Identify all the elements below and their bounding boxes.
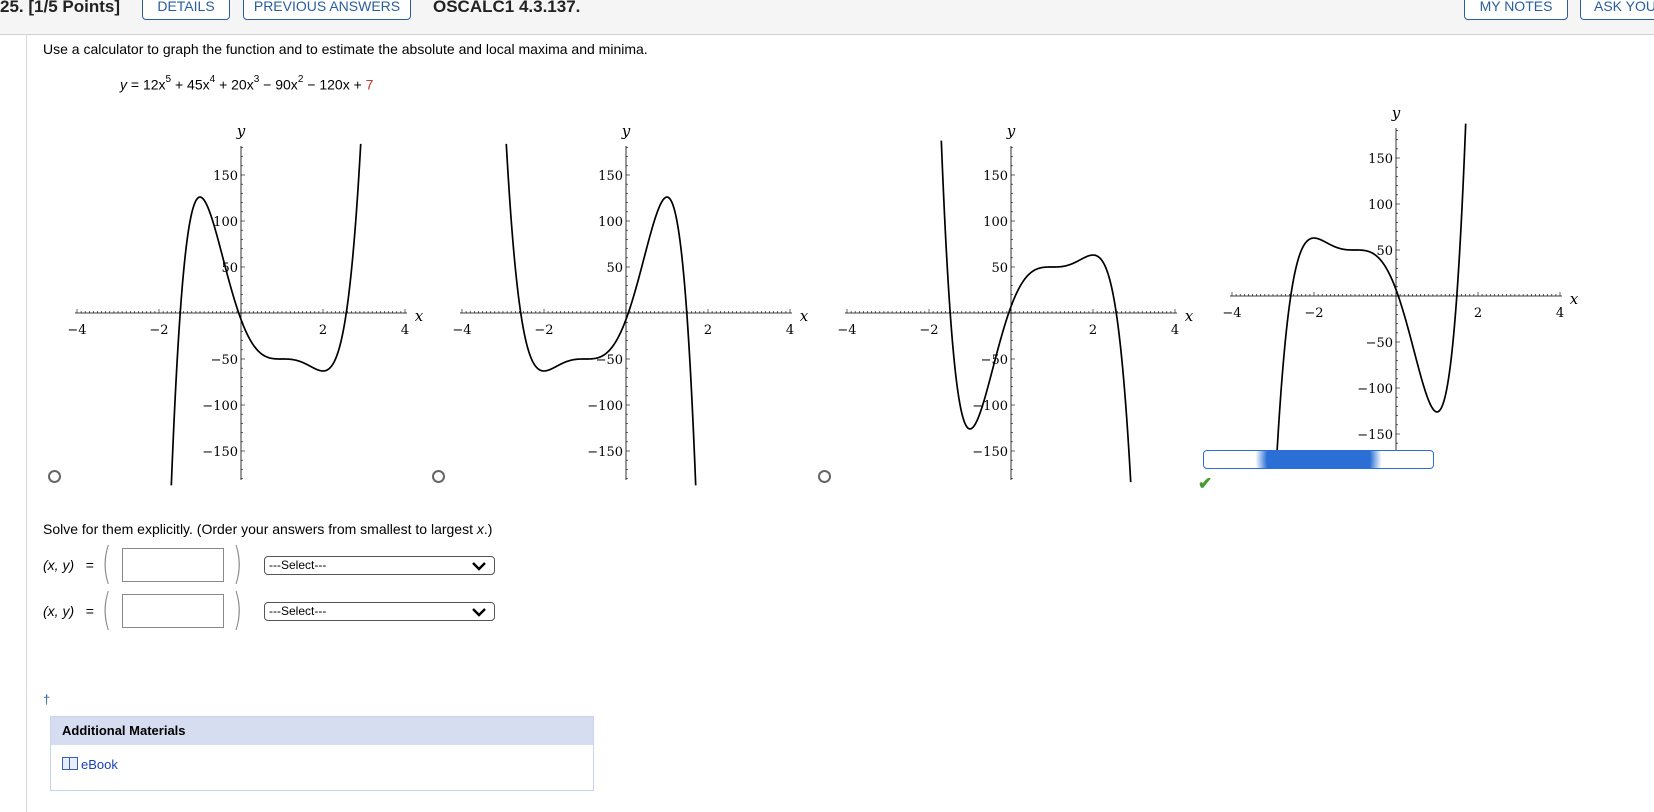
extremum-select-1[interactable]: ---Select---	[264, 556, 495, 575]
answer-row-1-label: (x, y) =	[43, 557, 94, 573]
select-value: ---Select---	[269, 558, 327, 572]
y-tick-label: 150	[598, 169, 623, 184]
y-axis-label: y	[1391, 104, 1401, 122]
answer-label: (x, y)	[43, 603, 75, 619]
footnote-dagger: †	[43, 692, 51, 707]
y-axis-label: y	[621, 122, 631, 140]
y-tick-label: −50	[211, 353, 238, 368]
graph-option-2-radio[interactable]	[432, 470, 445, 483]
x-tick-label: −2	[1304, 306, 1323, 321]
answer-row-2-label: (x, y) =	[43, 603, 94, 619]
left-paren: (	[101, 538, 112, 589]
answer-graphs: −4 −2 2 4 150 100 50 −50 −100 −150 x y −4 −2 2 4 150 100 5…	[67, 104, 1579, 486]
x-tick-label: 2	[1474, 306, 1482, 321]
x-tick-label: −4	[837, 323, 856, 338]
y-tick-label: 150	[983, 169, 1008, 184]
y-tick-label: 150	[213, 169, 238, 184]
chevron-down-icon	[472, 562, 486, 571]
y-tick-label: 150	[1368, 152, 1393, 167]
solve-prompt-text: Solve for them explicitly. (Order your a…	[43, 521, 477, 537]
x-axis-label: x	[415, 307, 424, 325]
y-tick-label: −50	[596, 353, 623, 368]
y-axis-label: y	[236, 122, 246, 140]
graph-2-curve	[505, 143, 697, 486]
graph-option-4-radio[interactable]	[1203, 450, 1434, 469]
graph-option-1-radio[interactable]	[48, 470, 61, 483]
x-axis-label: x	[1570, 290, 1579, 308]
x-tick-label: −2	[919, 323, 938, 338]
left-paren: (	[101, 584, 112, 635]
x-axis-label: x	[800, 307, 809, 325]
y-tick-label: −50	[1366, 336, 1393, 351]
y-tick-label: −150	[202, 445, 238, 460]
solve-prompt-var: x	[476, 521, 484, 537]
answer-input-1[interactable]	[122, 548, 224, 582]
solve-prompt-end: .)	[483, 521, 493, 537]
answer-label: (x, y)	[43, 557, 75, 573]
x-tick-label: −2	[149, 323, 168, 338]
graph-option-3-radio[interactable]	[818, 470, 831, 483]
x-tick-label: 4	[1556, 306, 1564, 321]
y-tick-label: −100	[972, 399, 1008, 414]
y-tick-label: 100	[1368, 198, 1393, 213]
x-tick-label: 2	[319, 323, 327, 338]
right-paren: )	[232, 584, 243, 635]
x-tick-label: −4	[67, 323, 86, 338]
answer-equals: =	[85, 557, 94, 573]
x-tick-label: 2	[704, 323, 712, 338]
y-tick-label: 50	[606, 261, 623, 276]
y-tick-label: 100	[983, 215, 1008, 230]
y-tick-label: 100	[213, 215, 238, 230]
y-axis-label: y	[1006, 122, 1016, 140]
ebook-link[interactable]: eBook	[62, 757, 118, 772]
y-tick-label: −150	[1357, 428, 1393, 443]
additional-materials-panel: Additional Materials eBook	[50, 716, 594, 791]
x-tick-label: −4	[452, 323, 471, 338]
right-paren: )	[232, 538, 243, 589]
y-tick-label: −100	[202, 399, 238, 414]
book-icon	[62, 757, 78, 770]
ebook-label: eBook	[81, 757, 118, 772]
additional-materials-title: Additional Materials	[51, 717, 593, 745]
y-tick-label: 50	[991, 261, 1008, 276]
x-tick-label: 4	[786, 323, 794, 338]
y-tick-label: −100	[1357, 382, 1393, 397]
x-tick-label: −4	[1222, 306, 1241, 321]
select-value: ---Select---	[269, 604, 327, 618]
correct-check-icon: ✔	[1198, 474, 1213, 493]
y-tick-label: 100	[598, 215, 623, 230]
answer-input-2[interactable]	[122, 594, 224, 628]
x-axis-label: x	[1185, 307, 1194, 325]
y-tick-label: −150	[587, 445, 623, 460]
graph-1-curve	[170, 143, 362, 486]
x-tick-label: 4	[1171, 323, 1179, 338]
solve-prompt: Solve for them explicitly. (Order your a…	[43, 521, 492, 537]
chevron-down-icon	[472, 608, 486, 617]
x-tick-label: −2	[534, 323, 553, 338]
extremum-select-2[interactable]: ---Select---	[264, 602, 495, 621]
x-tick-label: 2	[1089, 323, 1097, 338]
y-tick-label: −150	[972, 445, 1008, 460]
y-tick-label: 50	[1376, 244, 1393, 259]
x-tick-label: 4	[401, 323, 409, 338]
answer-equals: =	[85, 603, 94, 619]
y-tick-label: −100	[587, 399, 623, 414]
